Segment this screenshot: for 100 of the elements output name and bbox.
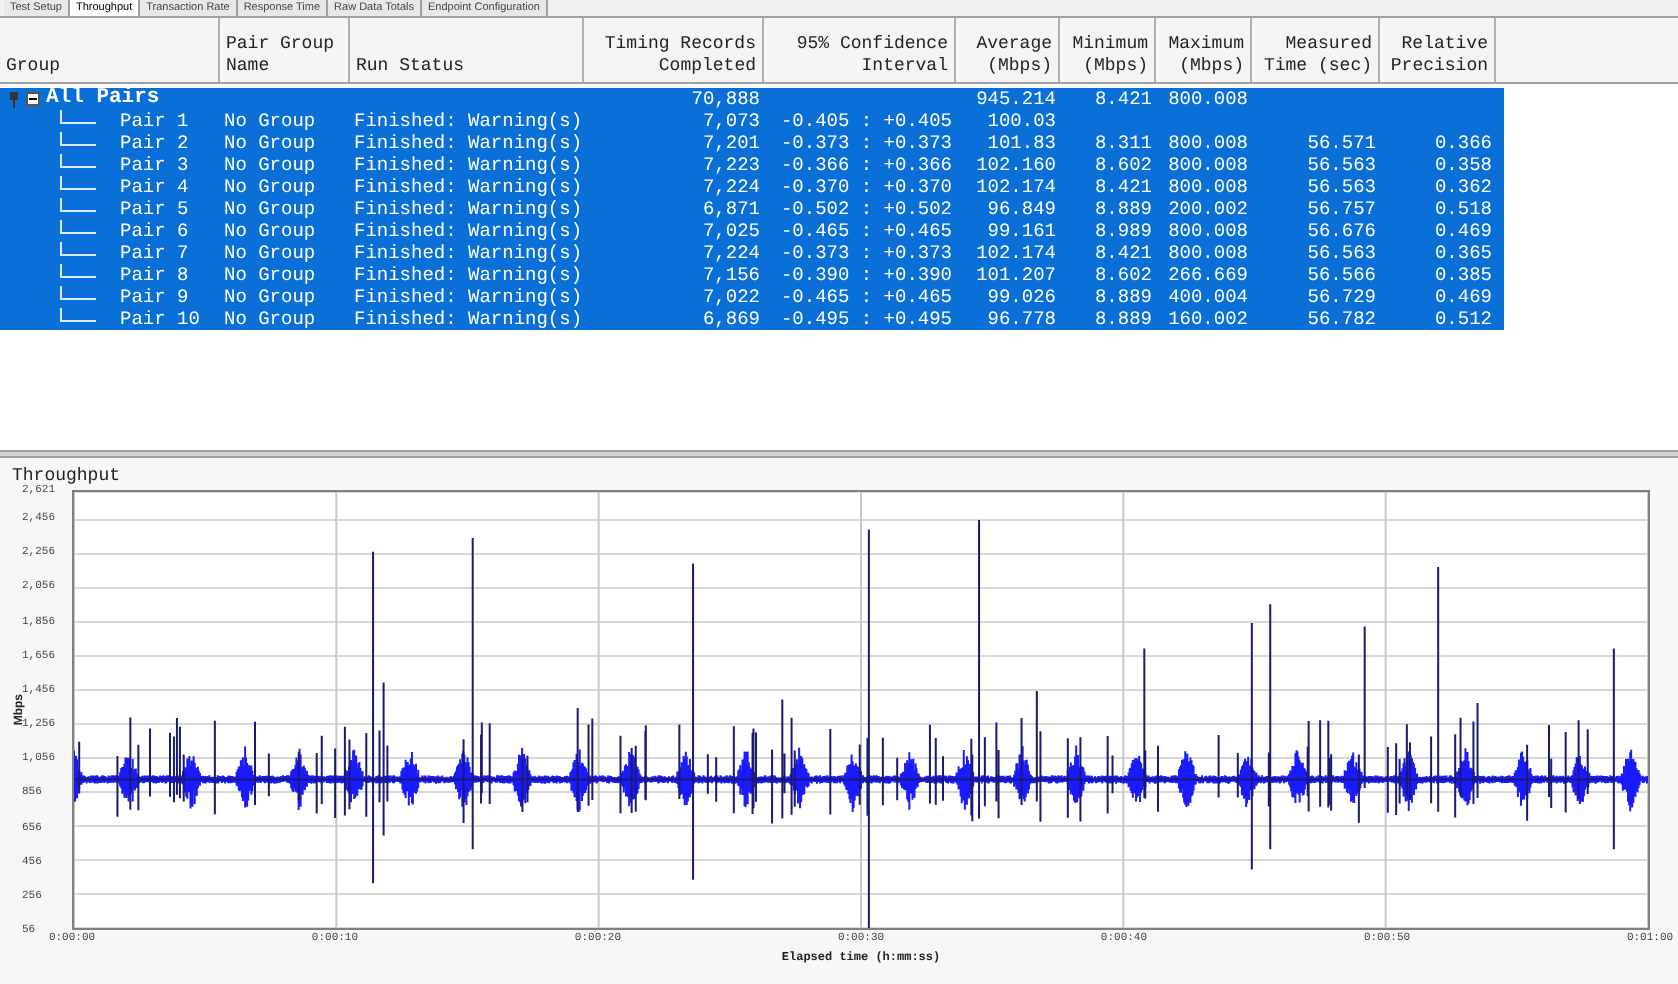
- pair-name: Pair 7: [120, 242, 189, 264]
- pair-group-name: No Group: [224, 132, 316, 154]
- maximum-value: 800.008: [1168, 88, 1248, 110]
- run-status: Finished: Warning(s): [354, 264, 583, 286]
- pair-group-name: No Group: [224, 264, 316, 286]
- table-row[interactable]: Pair 3 No Group Finished: Warning(s) 7,223 -0.366 : +0.366 102.160 8.602 800.008 56.563 0.358: [0, 154, 1504, 176]
- maximum-value: 266.669: [1168, 264, 1248, 286]
- pair-name: Pair 6: [120, 220, 189, 242]
- confidence-interval: -0.373 : +0.373: [780, 242, 952, 264]
- pair-group-name: No Group: [224, 220, 316, 242]
- relative-precision: 0.518: [1434, 198, 1492, 220]
- column-header[interactable]: Minimum (Mbps): [1060, 18, 1156, 82]
- run-status: Finished: Warning(s): [354, 176, 583, 198]
- average-value: 101.83: [987, 132, 1056, 154]
- confidence-interval: -0.373 : +0.373: [780, 132, 952, 154]
- relative-precision: 0.469: [1434, 286, 1492, 308]
- run-status: Finished: Warning(s): [354, 198, 583, 220]
- pair-name: Pair 1: [120, 110, 189, 132]
- record-count: 7,025: [702, 220, 760, 242]
- maximum-value: 800.008: [1168, 242, 1248, 264]
- column-header[interactable]: Average (Mbps): [956, 18, 1060, 82]
- pair-group-name: No Group: [224, 242, 316, 264]
- minimum-value: 8.889: [1094, 308, 1152, 330]
- measured-time: 56.676: [1307, 220, 1376, 242]
- record-count: 6,871: [702, 198, 760, 220]
- relative-precision: 0.362: [1434, 176, 1492, 198]
- relative-precision: 0.358: [1434, 154, 1492, 176]
- minimum-value: 8.602: [1094, 264, 1152, 286]
- table-row[interactable]: Pair 10 No Group Finished: Warning(s) 6,869 -0.495 : +0.495 96.778 8.889 160.002 56.782 0.512: [0, 308, 1504, 330]
- run-status: Finished: Warning(s): [354, 286, 583, 308]
- minimum-value: 8.889: [1094, 198, 1152, 220]
- relative-precision: 0.366: [1434, 132, 1492, 154]
- maximum-value: 400.004: [1168, 286, 1248, 308]
- table-row[interactable]: Pair 8 No Group Finished: Warning(s) 7,156 -0.390 : +0.390 101.207 8.602 266.669 56.566 0.385: [0, 264, 1504, 286]
- minimum-value: 8.311: [1094, 132, 1152, 154]
- table-row[interactable]: Pair 9 No Group Finished: Warning(s) 7,022 -0.465 : +0.465 99.026 8.889 400.004 56.729 0.469: [0, 286, 1504, 308]
- measured-time: 56.563: [1307, 176, 1376, 198]
- column-header[interactable]: Group: [0, 18, 220, 82]
- pair-name: Pair 9: [120, 286, 189, 308]
- minimum-value: 8.889: [1094, 286, 1152, 308]
- pair-group-name: No Group: [224, 110, 316, 132]
- column-header[interactable]: 95% Confidence Interval: [764, 18, 956, 82]
- measured-time: 56.566: [1307, 264, 1376, 286]
- maximum-value: 160.002: [1168, 308, 1248, 330]
- table-row[interactable]: Pair 6 No Group Finished: Warning(s) 7,025 -0.465 : +0.465 99.161 8.989 800.008 56.676 0.469: [0, 220, 1504, 242]
- collapse-icon[interactable]: [26, 92, 40, 106]
- table-row[interactable]: Pair 4 No Group Finished: Warning(s) 7,224 -0.370 : +0.370 102.174 8.421 800.008 56.563 0.362: [0, 176, 1504, 198]
- pair-group-name: No Group: [224, 154, 316, 176]
- measured-time: 56.563: [1307, 242, 1376, 264]
- average-value: 96.849: [987, 198, 1056, 220]
- column-header[interactable]: Pair Group Name: [220, 18, 350, 82]
- pair-name: Pair 10: [120, 308, 200, 330]
- minimum-value: 8.989: [1094, 220, 1152, 242]
- column-header[interactable]: Run Status: [350, 18, 584, 82]
- pair-group-name: No Group: [224, 286, 316, 308]
- measured-time: 56.757: [1307, 198, 1376, 220]
- pair-name: Pair 3: [120, 154, 189, 176]
- record-count: 7,156: [702, 264, 760, 286]
- pair-group-name: No Group: [224, 198, 316, 220]
- maximum-value: 800.008: [1168, 176, 1248, 198]
- measured-time: 56.782: [1307, 308, 1376, 330]
- record-count: 7,224: [702, 242, 760, 264]
- maximum-value: 800.008: [1168, 154, 1248, 176]
- pair-name: Pair 4: [120, 176, 189, 198]
- confidence-interval: -0.465 : +0.465: [780, 286, 952, 308]
- table-row[interactable]: Pair 5 No Group Finished: Warning(s) 6,871 -0.502 : +0.502 96.849 8.889 200.002 56.757 0.518: [0, 198, 1504, 220]
- table-row[interactable]: Pair 7 No Group Finished: Warning(s) 7,224 -0.373 : +0.373 102.174 8.421 800.008 56.563 0.365: [0, 242, 1504, 264]
- minimum-value: 8.421: [1094, 242, 1152, 264]
- confidence-interval: -0.502 : +0.502: [780, 198, 952, 220]
- measured-time: 56.571: [1307, 132, 1376, 154]
- relative-precision: 0.365: [1434, 242, 1492, 264]
- record-count: 7,223: [702, 154, 760, 176]
- average-value: 99.161: [987, 220, 1056, 242]
- confidence-interval: -0.495 : +0.495: [780, 308, 952, 330]
- confidence-interval: -0.366 : +0.366: [780, 154, 952, 176]
- average-value: 100.03: [987, 110, 1056, 132]
- column-header[interactable]: Timing Records Completed: [584, 18, 764, 82]
- column-header[interactable]: Relative Precision: [1380, 18, 1496, 82]
- chart-title: Throughput: [12, 464, 123, 486]
- table-row[interactable]: Pair 1 No Group Finished: Warning(s) 7,073 -0.405 : +0.405 100.03: [0, 110, 1504, 132]
- run-status: Finished: Warning(s): [354, 154, 583, 176]
- pair-group-name: No Group: [224, 176, 316, 198]
- record-count: 7,073: [702, 110, 760, 132]
- minimum-value: 8.421: [1094, 88, 1152, 110]
- run-status: Finished: Warning(s): [354, 242, 583, 264]
- maximum-value: 800.008: [1168, 220, 1248, 242]
- pair-name: Pair 5: [120, 198, 189, 220]
- minimum-value: 8.421: [1094, 176, 1152, 198]
- measured-time: 56.563: [1307, 154, 1376, 176]
- record-count: 7,201: [702, 132, 760, 154]
- relative-precision: 0.512: [1434, 308, 1492, 330]
- confidence-interval: -0.465 : +0.465: [780, 220, 952, 242]
- relative-precision: 0.385: [1434, 264, 1492, 286]
- average-value: 102.174: [976, 176, 1056, 198]
- table-row[interactable]: Pair 2 No Group Finished: Warning(s) 7,201 -0.373 : +0.373 101.83 8.311 800.008 56.571 0.366: [0, 132, 1504, 154]
- run-status: Finished: Warning(s): [354, 110, 583, 132]
- column-header[interactable]: Measured Time (sec): [1252, 18, 1380, 82]
- pair-name: Pair 2: [120, 132, 189, 154]
- column-header[interactable]: Maximum (Mbps): [1156, 18, 1252, 82]
- pair-name: Pair 8: [120, 264, 189, 286]
